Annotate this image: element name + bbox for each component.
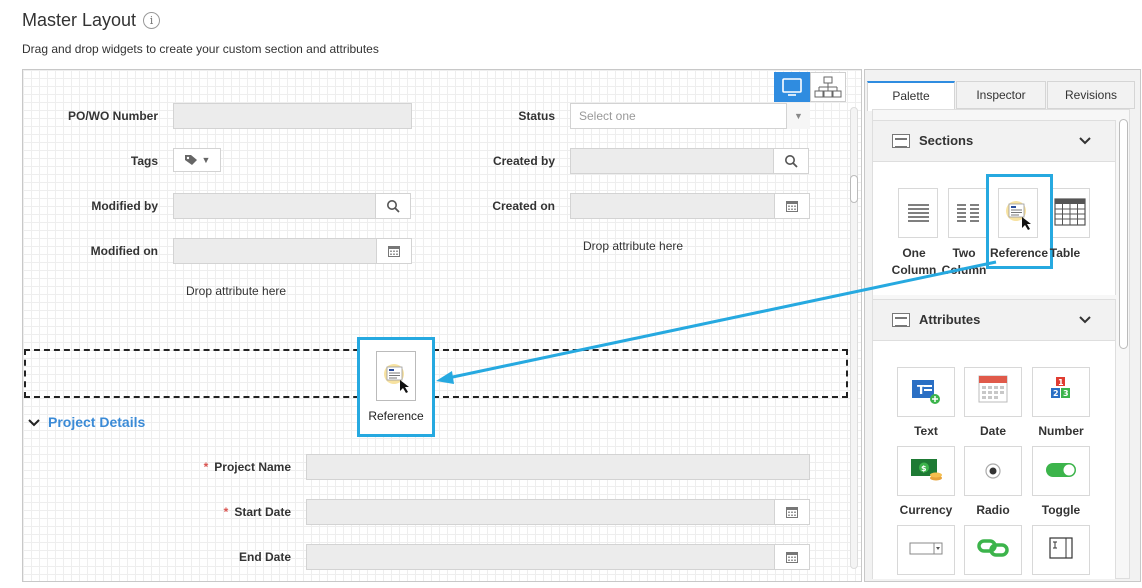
drag-arrow: [436, 260, 997, 384]
